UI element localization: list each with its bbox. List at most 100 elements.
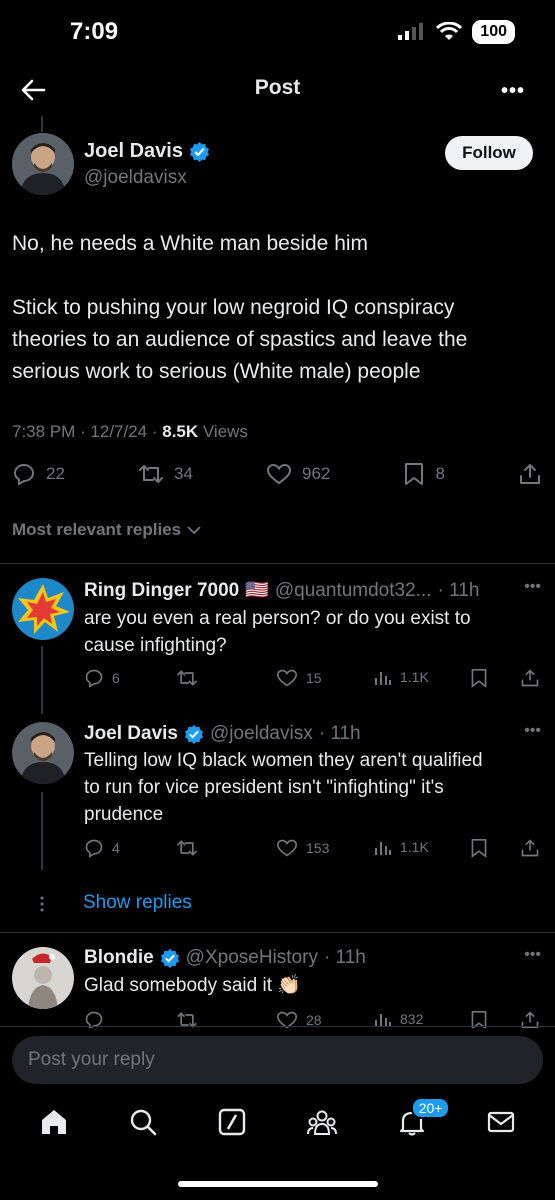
like-count: 962 [302, 464, 331, 483]
post-text-line: Stick to pushing your low negroid IQ con… [12, 296, 455, 319]
repost-button[interactable] [176, 668, 198, 688]
reply-time: · 11h [437, 580, 480, 601]
search-icon [131, 1109, 157, 1135]
like-count: 15 [306, 670, 322, 686]
reply-text-line: Glad somebody said it 👏🏻 [84, 975, 301, 996]
mail-icon [487, 1111, 514, 1132]
thread-connector [41, 792, 43, 870]
reply-header: Blondie @XposeHistory · 11h [84, 945, 366, 971]
view-count: 832 [400, 1011, 424, 1027]
home-indicator [178, 1181, 378, 1187]
post-text-line: No, he needs a White man beside him [12, 232, 369, 255]
repost-button[interactable] [176, 838, 198, 858]
bookmark-count: 8 [435, 464, 445, 483]
bookmark-button[interactable] [470, 668, 488, 688]
tab-communities[interactable] [306, 1107, 338, 1142]
bookmark-icon [405, 463, 424, 485]
reply-composer[interactable] [12, 1036, 543, 1084]
post-meta: 7:38 PM · 12/7/24 · 8.5K Views [12, 422, 248, 442]
reply-author-name[interactable]: Blondie [84, 945, 154, 971]
reply-author-name[interactable]: Ring Dinger 7000 [84, 578, 239, 604]
tab-grok[interactable] [217, 1107, 247, 1142]
bookmark-icon [471, 839, 487, 858]
battery-indicator: 100 [472, 20, 515, 44]
avatar-image [12, 133, 74, 195]
wifi-icon [436, 22, 463, 40]
like-button[interactable]: 962 [266, 462, 330, 486]
reply-count: 22 [46, 464, 65, 483]
author-handle[interactable]: @joeldavisx [84, 167, 187, 189]
post-actions: 22 34 962 8 [12, 462, 542, 486]
chevron-down-icon [187, 526, 201, 535]
bookmark-button[interactable] [470, 838, 488, 858]
reply-button[interactable]: 22 [12, 462, 65, 486]
bookmark-button[interactable]: 8 [403, 462, 445, 486]
reply-avatar[interactable] [12, 578, 74, 640]
home-icon [42, 1109, 67, 1134]
bookmark-icon [471, 669, 487, 688]
pow-avatar-image [12, 578, 74, 640]
share-button[interactable] [520, 838, 540, 858]
tab-notifications[interactable]: 20+ [397, 1096, 451, 1142]
views-count: 8.5K [162, 422, 199, 441]
post-text-line: theories to an audience of spastics and … [12, 328, 468, 351]
sort-label: Most relevant replies [12, 520, 182, 539]
tab-home[interactable] [39, 1107, 69, 1142]
post-timestamp: 7:38 PM · 12/7/24 · [12, 422, 163, 441]
notifications-badge: 20+ [410, 1096, 451, 1119]
more-options-button[interactable]: ••• [501, 80, 525, 103]
author-name-row[interactable]: Joel Davis [84, 140, 210, 163]
reply-handle[interactable]: @quantumdot32... [275, 578, 432, 604]
reply-more-button[interactable]: ••• [524, 722, 541, 740]
reply-input[interactable] [12, 1036, 543, 1084]
share-icon [521, 669, 539, 687]
like-button[interactable]: 15 [276, 668, 322, 688]
reply-handle[interactable]: @XposeHistory [186, 945, 318, 971]
follow-button[interactable]: Follow [445, 136, 533, 170]
reply-sort-dropdown[interactable]: Most relevant replies [12, 520, 201, 540]
views-button[interactable]: 1.1K [374, 668, 429, 686]
analytics-icon [375, 672, 391, 685]
divider [0, 563, 555, 564]
reply-count: 6 [112, 670, 120, 686]
author-avatar[interactable] [12, 133, 74, 195]
reply-comment-button[interactable]: 6 [84, 668, 120, 688]
share-button[interactable] [520, 668, 540, 688]
reply-avatar[interactable] [12, 947, 74, 1009]
divider [0, 932, 555, 933]
share-icon [521, 839, 539, 857]
status-time: 7:09 [70, 18, 119, 45]
view-count: 1.1K [400, 839, 429, 855]
tab-messages[interactable] [486, 1107, 516, 1142]
reply-text-line: are you even a real person? or do you ex… [84, 608, 471, 629]
post-text-line: serious work to serious (White male) peo… [12, 360, 421, 383]
repost-button[interactable]: 34 [138, 462, 193, 486]
heart-icon [276, 669, 298, 687]
reply-text-line: cause infighting? [84, 635, 227, 656]
reply-more-button[interactable]: ••• [524, 578, 541, 596]
heart-icon [276, 839, 298, 857]
tab-search[interactable] [128, 1107, 158, 1142]
status-icons: 100 [398, 20, 515, 44]
reply-avatar[interactable] [12, 722, 74, 784]
like-button[interactable]: 153 [276, 838, 329, 858]
share-button[interactable] [518, 462, 542, 486]
reply-header: Joel Davis @joeldavisx · 11h [84, 721, 361, 747]
reply-header: Ring Dinger 7000 🇺🇸 @quantumdot32... · 1… [84, 578, 479, 604]
show-replies-link[interactable]: Show replies [83, 892, 192, 914]
views-button[interactable]: 1.1K [374, 838, 429, 856]
reply-more-button[interactable]: ••• [524, 946, 541, 964]
reply-icon [85, 839, 103, 858]
reply-comment-button[interactable]: 4 [84, 838, 120, 858]
flag-icon: 🇺🇸 [245, 580, 269, 601]
share-icon [520, 464, 540, 484]
reply-handle[interactable]: @joeldavisx [210, 721, 313, 747]
views-label: Views [198, 422, 248, 441]
page-title: Post [254, 76, 301, 99]
grok-icon [218, 1108, 246, 1135]
reply-author-name[interactable]: Joel Davis [84, 721, 178, 747]
reply-actions-partial: 28 832 [0, 1006, 555, 1028]
reply-text-line: Telling low IQ black women they aren't q… [84, 750, 483, 771]
reply-icon [13, 463, 35, 486]
reply-time: · 11h [323, 947, 366, 968]
